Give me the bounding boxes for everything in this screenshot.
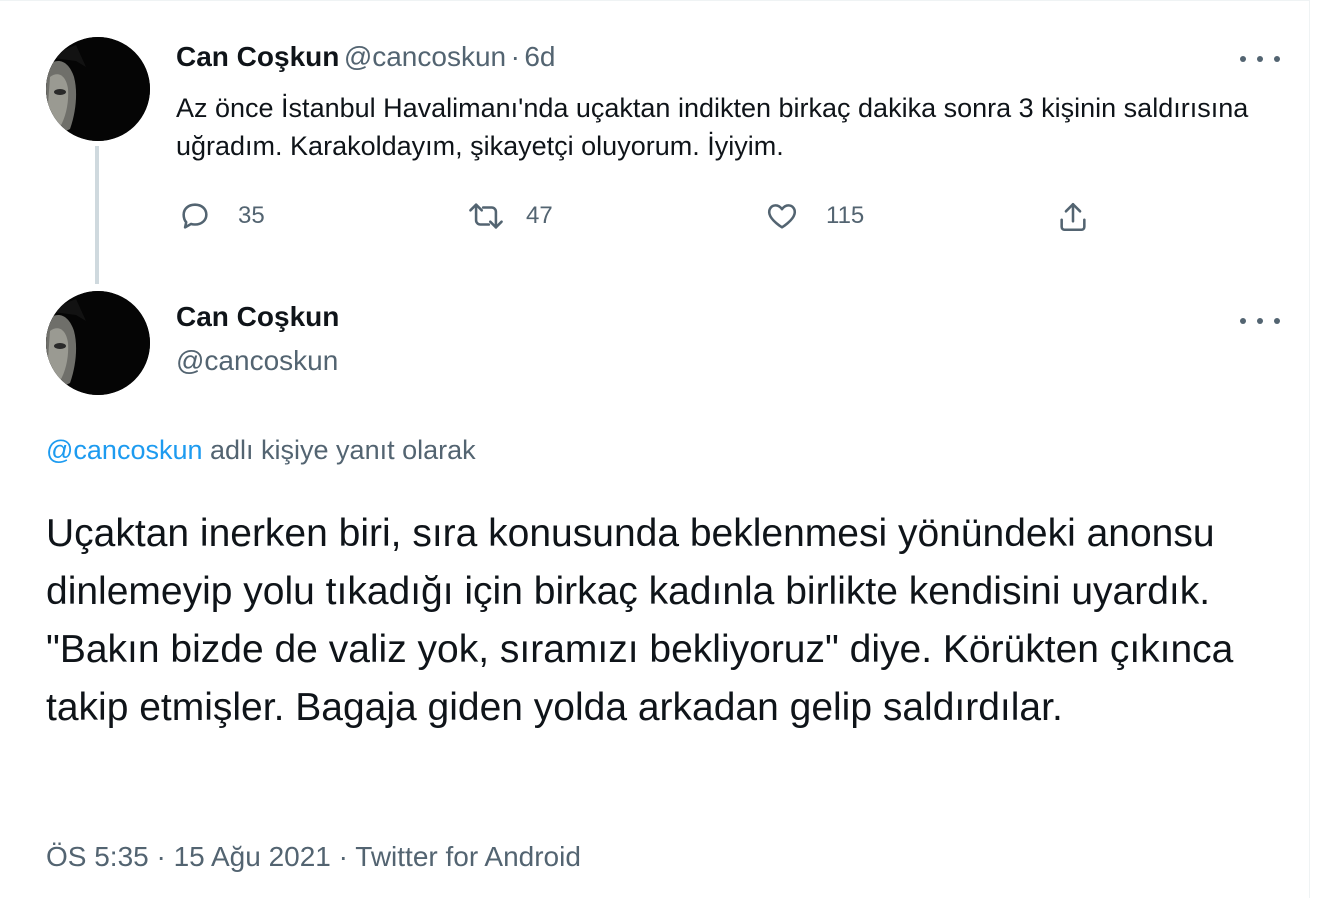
like-button[interactable]: 115 [764,199,864,233]
avatar[interactable] [46,291,150,395]
more-icon[interactable] [1240,47,1280,71]
retweet-icon [466,199,506,233]
separator-dot: · [510,41,520,72]
author-name[interactable]: Can Coşkun [176,41,339,72]
reply-mention-link[interactable]: @cancoskun [46,435,203,465]
like-count: 115 [826,202,865,229]
thread-connector-line [95,146,99,284]
tweet-time[interactable]: 6d [524,41,555,72]
heart-icon [764,199,800,233]
reply-count: 35 [238,202,265,229]
tweet-thread-container: Can Coşkun @cancoskun · 6d Az önce İstan… [0,0,1310,898]
tweet1-header: Can Coşkun @cancoskun · 6d [176,41,556,73]
reply-button[interactable]: 35 [178,199,265,233]
more-icon[interactable] [1240,309,1280,333]
tweet-timestamp-source[interactable]: ÖS 5:35 · 15 Ağu 2021 · Twitter for Andr… [46,841,581,873]
reply-icon [178,199,212,233]
tweet2-text: Uçaktan inerken biri, sıra konusunda bek… [46,512,1234,729]
tweet1-text: Az önce İstanbul Havalimanı'nda uçaktan … [176,93,1249,161]
avatar[interactable] [46,37,150,141]
replying-to: @cancoskun adlı kişiye yanıt olarak [46,435,476,466]
retweet-button[interactable]: 47 [466,199,553,233]
author-name[interactable]: Can Coşkun [176,301,339,333]
author-handle[interactable]: @cancoskun [176,345,338,377]
share-icon [1056,199,1090,235]
tweet1-actions: 35 47 115 [176,199,1116,239]
author-handle[interactable]: @cancoskun [344,41,506,72]
retweet-count: 47 [526,202,553,229]
reply-suffix: adlı kişiye yanıt olarak [202,435,476,465]
share-button[interactable] [1056,199,1090,235]
